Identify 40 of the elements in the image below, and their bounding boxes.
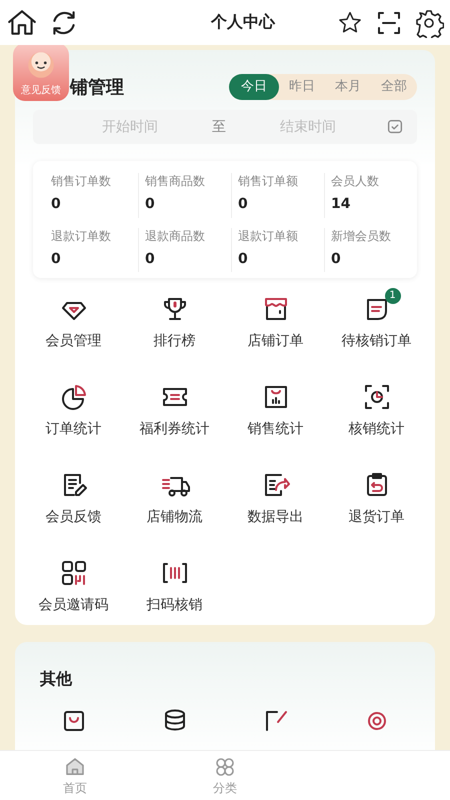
section-title: 其他 [40, 668, 72, 690]
stat-label: 退款订单数 [51, 228, 112, 244]
menu-item[interactable]: 核销统计 [348, 420, 404, 438]
menu-item[interactable]: 数据导出 [248, 508, 304, 526]
menu-item[interactable]: 会员管理 [46, 332, 102, 350]
count-badge: 1 [384, 288, 400, 304]
stat-value: 14 [331, 196, 352, 212]
face-icon [25, 49, 57, 81]
stat-label: 退款商品数 [145, 228, 206, 244]
menu-item[interactable]: 店铺订单 [248, 332, 304, 350]
stat-label: 退款订单额 [238, 228, 299, 244]
menu-item[interactable]: 退货订单 [348, 508, 404, 526]
stat-value: 0 [238, 250, 249, 266]
stat-label: 销售订单额 [238, 173, 299, 190]
range-tab[interactable]: 今日 [229, 74, 279, 100]
menu-item[interactable]: 扫码核销 [146, 596, 202, 614]
stat-label: 销售订单数 [51, 173, 112, 190]
stat-value: 0 [145, 196, 156, 212]
menu-item[interactable]: 店铺物流 [146, 508, 202, 526]
menu-item[interactable]: 排行榜 [154, 332, 196, 350]
menu-item[interactable]: 会员邀请码 [38, 596, 108, 614]
end-date-field[interactable]: 结束时间 [251, 118, 365, 136]
stat-label: 新增会员数 [331, 228, 392, 244]
stat-label: 销售商品数 [145, 173, 206, 190]
stat-value: 0 [238, 196, 249, 212]
menu-item[interactable]: 待核销订单 [342, 332, 412, 350]
menu-item[interactable]: 福利券统计 [140, 420, 210, 438]
settings-icon[interactable] [414, 8, 444, 38]
stat-value: 0 [51, 250, 62, 266]
stat-value: 0 [331, 250, 342, 266]
menu-item[interactable]: 销售统计 [248, 420, 304, 438]
menu-item[interactable]: 订单统计 [46, 420, 102, 438]
window-title: 个人中心 [210, 12, 276, 33]
menu-item[interactable]: 会员反馈 [46, 508, 102, 526]
stat-label: 会员人数 [331, 173, 380, 190]
stat-value: 0 [145, 250, 156, 266]
start-date-field[interactable]: 开始时间 [73, 118, 187, 136]
date-separator: 至 [211, 118, 227, 136]
stat-value: 0 [51, 196, 62, 212]
section-title: 铺管理 [70, 76, 124, 99]
